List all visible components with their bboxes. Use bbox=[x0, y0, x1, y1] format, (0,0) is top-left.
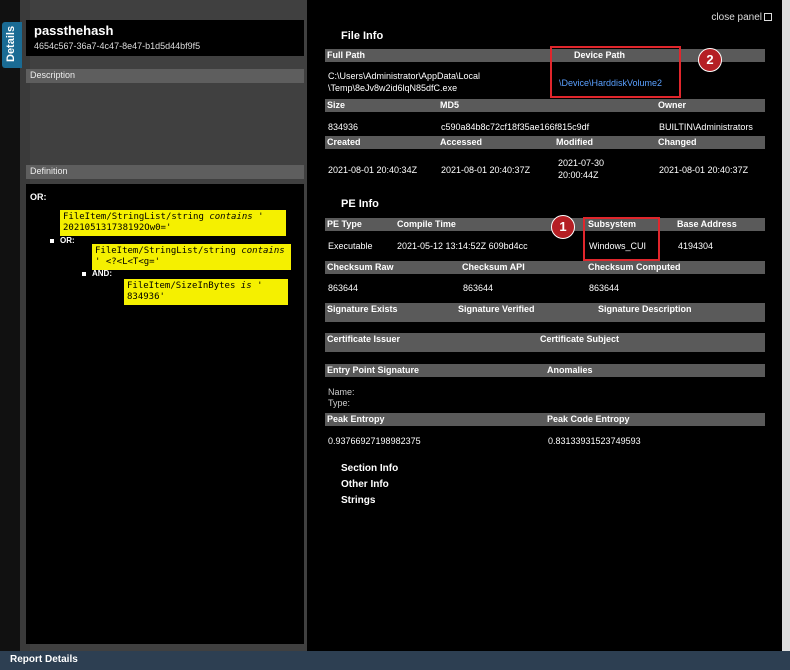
full-path-line-2: \Temp\8eJv8w2id6lqN85dfC.exe bbox=[328, 83, 458, 93]
signature-verified-label: Signature Verified bbox=[458, 304, 535, 314]
anomalies-label: Anomalies bbox=[547, 365, 593, 375]
indicator-header: passthehash 4654c567-36a7-4c47-8e47-b1d5… bbox=[26, 20, 304, 56]
condition-2-value: ' <?<L<T<g=' bbox=[95, 257, 161, 267]
condition-1[interactable]: FileItem/StringList/string contains ' 20… bbox=[60, 210, 286, 236]
md5-label: MD5 bbox=[440, 100, 460, 110]
and-operator: AND: bbox=[92, 269, 112, 278]
highlight-box-subsystem bbox=[583, 217, 660, 261]
app-frame: Details passthehash 4654c567-36a7-4c47-8… bbox=[0, 0, 790, 670]
checksum-computed-value: 863644 bbox=[589, 283, 620, 293]
definition-section-bar: Definition bbox=[26, 165, 304, 179]
modified-value: 2021-07-30 20:00:44Z bbox=[558, 157, 604, 181]
pe-type-label: PE Type bbox=[327, 219, 362, 229]
peak-code-entropy-label: Peak Code Entropy bbox=[547, 414, 630, 424]
strings-link[interactable]: Strings bbox=[341, 495, 375, 506]
size-label: Size bbox=[327, 100, 346, 110]
entropy-header-band: Peak Entropy Peak Code Entropy bbox=[325, 413, 765, 426]
changed-label: Changed bbox=[658, 137, 697, 147]
indicator-title: passthehash bbox=[34, 23, 114, 38]
pe-type-value: Executable bbox=[328, 241, 373, 251]
left-edge-strip bbox=[0, 0, 20, 651]
details-tab-label: Details bbox=[5, 25, 17, 62]
md5-value: c590a84b8c72cf18f35ae166f815c9df bbox=[441, 122, 590, 132]
changed-value: 2021-08-01 20:40:37Z bbox=[659, 165, 749, 175]
full-path-label: Full Path bbox=[327, 50, 365, 60]
definition-tree: OR: FileItem/StringList/string contains … bbox=[26, 184, 304, 644]
report-details-label: Report Details bbox=[10, 654, 78, 665]
certificate-issuer-label: Certificate Issuer bbox=[327, 334, 401, 344]
signature-exists-label: Signature Exists bbox=[327, 304, 398, 314]
checksum-header-band: Checksum Raw Checksum API Checksum Compu… bbox=[325, 261, 765, 274]
entry-point-header-band: Entry Point Signature Anomalies bbox=[325, 364, 765, 377]
condition-1-field: FileItem/StringList/string bbox=[63, 212, 204, 222]
annotation-badge-2: 2 bbox=[698, 48, 722, 72]
compile-time-value: 2021-05-12 13:14:52Z 609bd4cc bbox=[397, 241, 528, 251]
certificate-subject-label: Certificate Subject bbox=[540, 334, 620, 344]
file-info-heading: File Info bbox=[341, 30, 384, 42]
size-header-band: Size MD5 Owner bbox=[325, 99, 765, 112]
peak-entropy-label: Peak Entropy bbox=[327, 414, 385, 424]
details-panel: close panel File Info Full Path Device P… bbox=[308, 0, 782, 651]
modified-time: 20:00:44Z bbox=[558, 170, 599, 180]
condition-3-field: FileItem/SizeInBytes bbox=[127, 281, 236, 291]
peak-code-entropy-value: 0.83133931523749593 bbox=[548, 436, 641, 446]
left-panel: Details passthehash 4654c567-36a7-4c47-8… bbox=[0, 0, 307, 651]
other-info-link[interactable]: Other Info bbox=[341, 479, 389, 490]
highlight-box-device-path bbox=[550, 46, 681, 98]
checksum-raw-label: Checksum Raw bbox=[327, 262, 394, 272]
root-or-operator: OR: bbox=[30, 192, 47, 202]
condition-2-op: contains bbox=[241, 246, 285, 256]
size-value: 834936 bbox=[328, 122, 359, 132]
description-section-bar: Description bbox=[26, 69, 304, 83]
full-path-line-1: C:\Users\Administrator\AppData\Local bbox=[328, 71, 481, 81]
tree-bullet bbox=[50, 239, 54, 243]
accessed-value: 2021-08-01 20:40:37Z bbox=[441, 165, 531, 175]
condition-3-op: is bbox=[240, 281, 252, 291]
nested-or-operator: OR: bbox=[60, 236, 75, 245]
checksum-api-value: 863644 bbox=[463, 283, 494, 293]
condition-1-op: contains bbox=[209, 212, 253, 222]
annotation-badge-1: 1 bbox=[551, 215, 575, 239]
certificate-header-band: Certificate Issuer Certificate Subject bbox=[325, 333, 765, 352]
modified-label: Modified bbox=[556, 137, 593, 147]
times-header-band: Created Accessed Modified Changed bbox=[325, 136, 765, 149]
owner-value: BUILTIN\Administrators bbox=[659, 122, 753, 132]
entry-point-type-label: Type: bbox=[328, 398, 351, 408]
condition-3[interactable]: FileItem/SizeInBytes is ' 834936' bbox=[124, 279, 288, 305]
created-label: Created bbox=[327, 137, 361, 147]
description-label: Description bbox=[30, 70, 76, 80]
full-path-value: C:\Users\Administrator\AppData\Local \Te… bbox=[328, 70, 480, 94]
entry-point-signature-label: Entry Point Signature bbox=[327, 365, 420, 375]
modified-date: 2021-07-30 bbox=[558, 158, 605, 168]
indicator-id: 4654c567-36a7-4c47-8e47-b1d5d44bf9f5 bbox=[34, 41, 201, 51]
base-address-label: Base Address bbox=[677, 219, 737, 229]
signature-header-band: Signature Exists Signature Verified Sign… bbox=[325, 303, 765, 322]
owner-label: Owner bbox=[658, 100, 687, 110]
section-info-link[interactable]: Section Info bbox=[341, 463, 398, 474]
signature-description-label: Signature Description bbox=[598, 304, 692, 314]
checksum-computed-label: Checksum Computed bbox=[588, 262, 681, 272]
definition-label: Definition bbox=[30, 166, 68, 176]
report-details-bar[interactable]: Report Details bbox=[0, 651, 790, 670]
checksum-raw-value: 863644 bbox=[328, 283, 359, 293]
created-value: 2021-08-01 20:40:34Z bbox=[328, 165, 418, 175]
close-icon bbox=[764, 13, 772, 22]
condition-2-field: FileItem/StringList/string bbox=[95, 246, 236, 256]
scrollbar[interactable] bbox=[782, 0, 790, 651]
base-address-value: 4194304 bbox=[678, 241, 714, 251]
tree-bullet bbox=[82, 272, 86, 276]
close-panel-label: close panel bbox=[711, 12, 762, 23]
peak-entropy-value: 0.93766927198982375 bbox=[328, 436, 421, 446]
pe-header-band: PE Type Compile Time Subsystem Base Addr… bbox=[325, 218, 765, 231]
condition-2[interactable]: FileItem/StringList/string contains ' <?… bbox=[92, 244, 291, 270]
close-panel-button[interactable]: close panel bbox=[711, 12, 772, 23]
details-tab[interactable]: Details bbox=[2, 22, 22, 68]
accessed-label: Accessed bbox=[440, 137, 483, 147]
checksum-api-label: Checksum API bbox=[462, 262, 525, 272]
compile-time-label: Compile Time bbox=[397, 219, 456, 229]
pe-info-heading: PE Info bbox=[341, 198, 379, 210]
